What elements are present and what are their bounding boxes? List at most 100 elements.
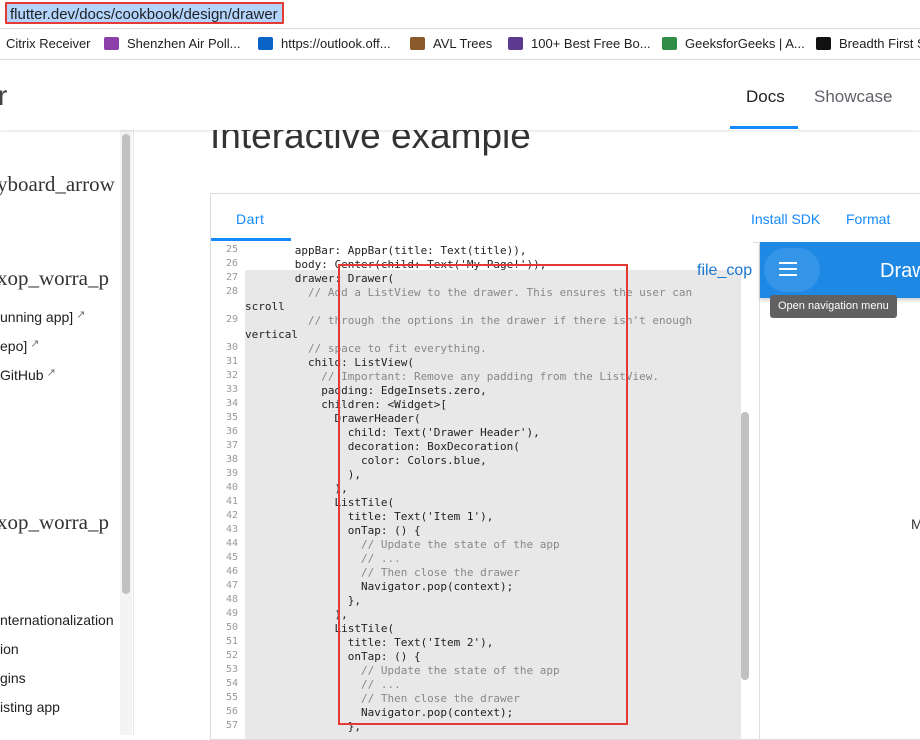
bookmark-item[interactable]: Breadth First S [816, 29, 920, 59]
line-number: 25 [225, 244, 238, 255]
sidebar-link-label: gins [0, 670, 26, 686]
sidebar-expand-icon[interactable]: yboard_arrow [0, 172, 115, 197]
sidebar-scrollbar-thumb[interactable] [122, 134, 130, 594]
bookmarks-bar: Citrix Receiver Shenzhen Air Poll... https… [0, 29, 920, 60]
line-number: 52 [225, 650, 238, 661]
code-editor[interactable]: 25 appBar: AppBar(title: Text(title)), 26… [211, 242, 753, 739]
line-number: 34 [225, 398, 238, 409]
line-number: 50 [225, 622, 238, 633]
code-line: }, [255, 720, 361, 733]
app-preview: Draw Open navigation menu M [759, 242, 920, 739]
sidebar-link-label: ion [0, 641, 19, 657]
bookmark-label: Citrix Receiver [6, 36, 91, 51]
code-line: title: Text('Item 2'), [255, 636, 494, 649]
code-line: child: Text('Drawer Header'), [255, 426, 540, 439]
bookmark-item[interactable]: https://outlook.off... [258, 29, 391, 59]
sidebar-link[interactable]: gins [0, 670, 26, 686]
code-line: ), [255, 608, 348, 621]
sidebar-expand-icon[interactable]: xop_worra_p [0, 266, 109, 291]
code-line: // ... [255, 552, 401, 565]
code-line: drawer: Drawer( [255, 272, 395, 285]
url-text[interactable]: flutter.dev/docs/cookbook/design/drawer [5, 2, 284, 24]
line-number: 31 [225, 356, 238, 367]
line-number: 45 [225, 552, 238, 563]
bookmark-item[interactable]: Shenzhen Air Poll... [104, 29, 240, 59]
code-line: color: Colors.blue, [255, 454, 487, 467]
sidebar-link[interactable]: unning app] ↗ [0, 308, 85, 325]
address-bar[interactable]: flutter.dev/docs/cookbook/design/drawer [0, 0, 920, 29]
sidebar-link-label: unning app] [0, 309, 74, 325]
code-line: // space to fit everything. [255, 342, 487, 355]
bookmark-item[interactable]: 100+ Best Free Bo... [508, 29, 651, 59]
tab-dart[interactable]: Dart [236, 211, 264, 227]
code-line: // Update the state of the app [255, 664, 560, 677]
code-line: children: <Widget>[ [255, 398, 448, 411]
docs-sidebar: yboard_arrow xop_worra_p unning app] ↗ epo… [0, 130, 134, 735]
site-logo-text[interactable]: r [0, 80, 7, 112]
sidebar-link[interactable]: ion [0, 641, 19, 657]
bookmark-label: Breadth First S [839, 36, 920, 51]
sidebar-expand-icon[interactable]: xop_worra_p [0, 510, 109, 535]
line-number: 27 [225, 272, 238, 283]
code-line: }, [255, 594, 361, 607]
sidebar-link[interactable]: epo] ↗ [0, 337, 39, 354]
nav-showcase[interactable]: Showcase [814, 87, 892, 107]
line-number: 43 [225, 524, 238, 535]
code-line: scroll [245, 300, 285, 313]
code-line: // ... [255, 678, 401, 691]
code-line: // through the options in the drawer if … [255, 314, 693, 327]
sidebar-link-label: nternationalization [0, 612, 114, 628]
line-number: 48 [225, 594, 238, 605]
code-line: Navigator.pop(context); [255, 580, 514, 593]
code-line: onTap: () { [255, 650, 421, 663]
dartpad-toolbar: Dart Install SDK Format [211, 194, 920, 243]
line-number: 46 [225, 566, 238, 577]
sidebar-link[interactable]: isting app [0, 699, 60, 715]
editor-scrollbar-thumb[interactable] [741, 412, 749, 680]
line-number: 33 [225, 384, 238, 395]
sidebar-link[interactable]: GitHub ↗ [0, 366, 56, 383]
sidebar-link-label: epo] [0, 338, 28, 354]
install-sdk-button[interactable]: Install SDK [751, 211, 820, 227]
clock-icon [816, 37, 831, 50]
external-link-icon: ↗ [76, 309, 86, 321]
line-number: 53 [225, 664, 238, 675]
sidebar-link-label: isting app [0, 699, 60, 715]
format-button[interactable]: Format [846, 211, 890, 227]
nav-docs[interactable]: Docs [746, 87, 785, 107]
colorlib-icon [508, 37, 523, 50]
code-line: title: Text('Item 1'), [255, 510, 494, 523]
line-number: 51 [225, 636, 238, 647]
code-line: decoration: BoxDecoration( [255, 440, 520, 453]
bookmark-label: AVL Trees [433, 36, 493, 51]
menu-icon[interactable] [779, 262, 797, 276]
bookmark-item[interactable]: AVL Trees [410, 29, 492, 59]
code-line: // Then close the drawer [255, 692, 520, 705]
line-number: 29 [225, 314, 238, 325]
aqi-icon [104, 37, 119, 50]
line-number: 37 [225, 440, 238, 451]
preview-body-text: M [911, 516, 920, 532]
sidebar-link[interactable]: nternationalization [0, 612, 114, 628]
bookmark-item[interactable]: GeeksforGeeks | A... [662, 29, 805, 59]
bookmark-label: https://outlook.off... [281, 36, 391, 51]
copy-icon[interactable]: file_cop [697, 262, 752, 280]
line-number: 57 [225, 720, 238, 731]
line-number: 42 [225, 510, 238, 521]
dartpad-embed: Dart Install SDK Format 25 appBar: AppBa… [210, 193, 920, 740]
preview-app-bar: Draw [760, 242, 920, 298]
line-number: 55 [225, 692, 238, 703]
geeks-icon [662, 37, 677, 50]
line-number: 49 [225, 608, 238, 619]
bookmark-label: GeeksforGeeks | A... [685, 36, 805, 51]
sidebar-link-label: GitHub [0, 367, 44, 383]
bookmark-item[interactable]: Citrix Receiver [6, 29, 91, 59]
code-line: child: ListView( [255, 356, 414, 369]
code-line: // Update the state of the app [255, 538, 560, 551]
line-number: 28 [225, 286, 238, 297]
line-number: 44 [225, 538, 238, 549]
line-number: 26 [225, 258, 238, 269]
menu-tooltip: Open navigation menu [770, 295, 897, 318]
site-header: r Docs Showcase [0, 60, 920, 130]
code-line: DrawerHeader( [255, 412, 421, 425]
